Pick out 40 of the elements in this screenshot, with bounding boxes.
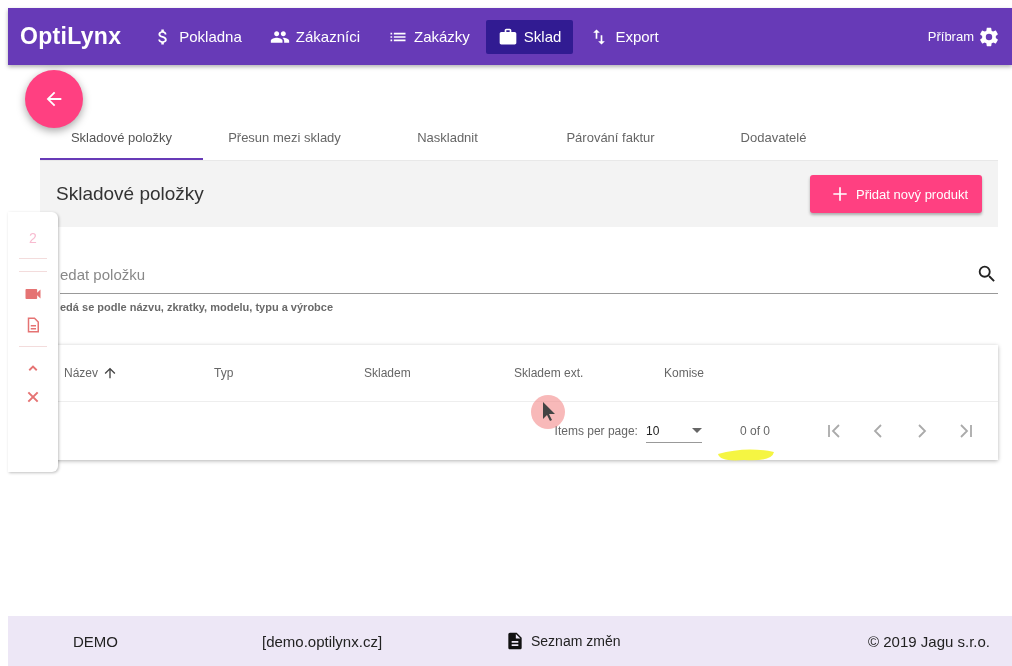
- nav-item[interactable]: Zákazníci: [257, 19, 372, 54]
- settings-icon[interactable]: [978, 25, 1000, 48]
- location-label[interactable]: Příbram: [927, 29, 974, 44]
- briefcase-icon: [497, 26, 518, 47]
- app-logo[interactable]: OptiLynx: [20, 23, 122, 50]
- document-icon[interactable]: [505, 631, 525, 651]
- plus-icon: [830, 184, 850, 204]
- search-hint: edá se podle názvu, zkratky, modelu, typu a výrobce: [59, 300, 335, 313]
- sort-arrow-icon: [102, 365, 118, 381]
- page-title: Skladové položky: [56, 183, 204, 205]
- column-header[interactable]: Typ: [214, 366, 364, 380]
- back-button[interactable]: [25, 70, 83, 128]
- nav-item[interactable]: Export: [577, 19, 671, 54]
- range-label: 0 of 0: [739, 424, 770, 438]
- tab[interactable]: Naskladnit: [366, 127, 529, 160]
- close-icon[interactable]: [25, 389, 41, 405]
- nav-item[interactable]: Zakázky: [376, 19, 482, 54]
- dropdown-caret-icon: [691, 428, 702, 433]
- changelog-link[interactable]: Seznam změn: [531, 633, 621, 649]
- column-header[interactable]: Komise: [664, 366, 814, 380]
- column-header[interactable]: Skladem: [364, 366, 514, 380]
- items-per-page-label: Items per page:: [554, 424, 638, 438]
- search-icon[interactable]: [976, 263, 998, 285]
- mode-label: DEMO: [72, 632, 118, 650]
- nav-item[interactable]: Sklad: [485, 19, 574, 54]
- page-size-select[interactable]: 10: [645, 419, 702, 443]
- next-page-icon[interactable]: [915, 424, 929, 438]
- domain-label: [demo.optilynx.cz]: [262, 632, 384, 650]
- add-product-button[interactable]: Přidat nový produkt: [810, 175, 982, 213]
- tab[interactable]: Párování faktur: [529, 127, 692, 160]
- column-header[interactable]: Skladem ext.: [514, 366, 664, 380]
- tab[interactable]: Přesun mezi sklady: [203, 127, 366, 160]
- nav-item[interactable]: Pokladna: [141, 19, 254, 54]
- last-page-icon[interactable]: [959, 424, 973, 438]
- copyright-text: © 2019 Jagu s.r.o.: [868, 632, 990, 650]
- tab[interactable]: Dodavatelé: [692, 127, 855, 160]
- previous-page-icon[interactable]: [871, 424, 885, 438]
- search-field[interactable]: edat položku: [60, 265, 976, 283]
- first-page-icon[interactable]: [827, 424, 841, 438]
- column-header[interactable]: Název: [64, 365, 214, 381]
